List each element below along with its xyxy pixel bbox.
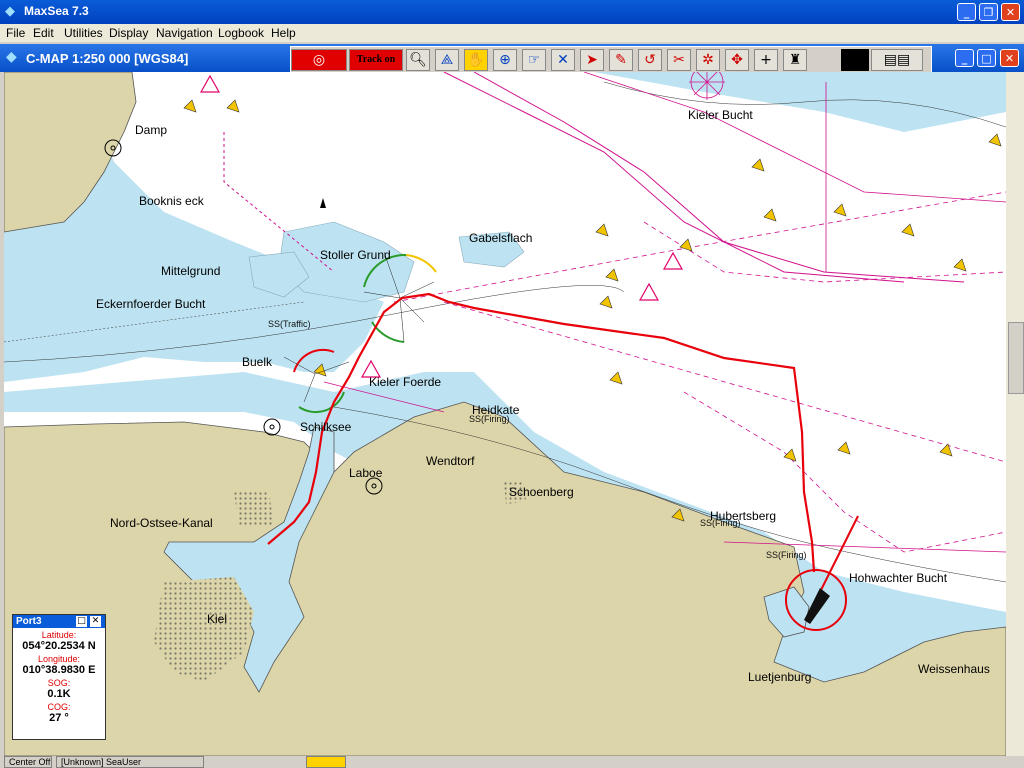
app-title: MaxSea 7.3 (24, 4, 89, 18)
label-mittelgrund: Mittelgrund (161, 264, 220, 278)
label-hohwachter-bucht: Hohwachter Bucht (849, 571, 948, 585)
move-button[interactable]: ✥ (725, 49, 749, 71)
port-panel-title: Port3 (16, 616, 42, 627)
label-schoenberg: Schoenberg (509, 485, 574, 499)
minimize-button[interactable]: _ (957, 3, 976, 21)
label-eckernfoerder-bucht: Eckernfoerder Bucht (96, 297, 206, 311)
zoom-button[interactable]: 🔍︎ (406, 49, 430, 71)
latitude-label: Latitude: (41, 630, 77, 640)
zoom-icon: 🔍︎ (409, 52, 427, 68)
rotate-button[interactable]: ↺ (638, 49, 662, 71)
menu-bar: File Edit Utilities Display Navigation L… (0, 24, 1024, 42)
label-ss-firing-hubertsberg: SS(Firing) (700, 518, 741, 528)
buoy-button[interactable]: ♜ (783, 49, 807, 71)
cog-value: 27 ° (49, 712, 69, 724)
label-laboe: Laboe (349, 466, 383, 480)
crosshair-icon: ⊕ (499, 52, 511, 68)
pan-button[interactable]: ☞ (522, 49, 546, 71)
layers-icon: ▤▤ (883, 52, 911, 68)
menu-display[interactable]: Display (109, 26, 148, 40)
close-button[interactable]: ✕ (1001, 3, 1020, 21)
pencil-icon: ✎ (615, 52, 627, 68)
chart-toolbar: ◎ Track on 🔍︎ ⟁ ✋ ⊕ ☞ ✕ ➤ ✎ ↺ ✂ ✲ ✥ + ♜ … (290, 46, 932, 74)
menu-utilities[interactable]: Utilities (64, 26, 103, 40)
menu-help[interactable]: Help (271, 26, 296, 40)
label-gabelsflach: Gabelsflach (469, 231, 532, 245)
track-on-button[interactable]: Track on (349, 49, 403, 71)
layers-button[interactable]: ▤▤ (871, 49, 923, 71)
hand-button[interactable]: ✋ (464, 49, 488, 71)
compass-button[interactable]: ⟁ (435, 49, 459, 71)
status-icons (306, 756, 346, 768)
cog-label: COG: (47, 702, 71, 712)
nautical-chart[interactable]: Damp Booknis eck Mittelgrund Eckernfoerd… (4, 72, 1006, 756)
port-panel-header: Port3 □ ✕ (13, 615, 105, 628)
chart-vertical-scrollbar[interactable] (1006, 72, 1024, 756)
scissors-button[interactable]: ✂ (667, 49, 691, 71)
move-icon: ✥ (731, 52, 743, 68)
chart-maximize-button[interactable]: □ (977, 49, 996, 67)
edit-icon: ✲ (702, 52, 714, 68)
label-ss-firing-heidkate: SS(Firing) (469, 414, 510, 424)
urban-area-west (234, 492, 274, 527)
target-button[interactable]: ◎ (291, 49, 347, 71)
crosshair-button[interactable]: ⊕ (493, 49, 517, 71)
label-booknis-eck: Booknis eck (139, 194, 205, 208)
plus-icon: + (760, 52, 772, 68)
black-panel (841, 49, 869, 71)
chart-close-button[interactable]: ✕ (1000, 49, 1019, 67)
compass-icon: ⟁ (440, 52, 454, 68)
sog-label: SOG: (47, 678, 71, 688)
label-weissenhaus: Weissenhaus (918, 662, 990, 676)
plus-button[interactable]: + (754, 49, 778, 71)
label-wendtorf: Wendtorf (426, 454, 475, 468)
menu-navigation[interactable]: Navigation (156, 26, 213, 40)
label-kieler-foerde: Kieler Foerde (369, 375, 441, 389)
user-status: [Unknown] SeaUser (56, 756, 204, 768)
label-kiel: Kiel (207, 612, 227, 626)
longitude-label: Longitude: (37, 654, 81, 664)
label-buelk: Buelk (242, 355, 273, 369)
label-ss-firing-hohwacht: SS(Firing) (766, 550, 807, 560)
chart-canvas[interactable]: Damp Booknis eck Mittelgrund Eckernfoerd… (4, 72, 1006, 756)
measure-button[interactable]: ✕ (551, 49, 575, 71)
app-icon: ◆ (5, 4, 15, 19)
status-bar: Center Off [Unknown] SeaUser (0, 756, 1024, 768)
menu-edit[interactable]: Edit (33, 26, 54, 40)
app-title-bar: ◆ MaxSea 7.3 _ ❐ ✕ (0, 0, 1024, 24)
center-off-status[interactable]: Center Off (4, 756, 52, 768)
port-info-panel: Port3 □ ✕ Latitude: 054°20.2534 N Longit… (12, 614, 106, 740)
scrollbar-thumb[interactable] (1008, 322, 1024, 394)
buoy-icon: ♜ (788, 52, 802, 68)
chart-minimize-button[interactable]: _ (955, 49, 974, 67)
label-kieler-bucht: Kieler Bucht (688, 108, 753, 122)
measure-icon: ✕ (557, 52, 569, 68)
label-schilksee: Schilksee (300, 420, 352, 434)
label-ss-traffic: SS(Traffic) (268, 319, 311, 329)
hand-icon: ✋ (467, 52, 485, 68)
restore-button[interactable]: ❐ (979, 3, 998, 21)
cursor-button[interactable]: ➤ (580, 49, 604, 71)
longitude-value: 010°38.9830 E (22, 664, 96, 676)
chart-window-icon: ◆ (6, 49, 17, 65)
label-luetjenburg: Luetjenburg (748, 670, 811, 684)
target-icon: ◎ (312, 52, 326, 68)
edit-button[interactable]: ✲ (696, 49, 720, 71)
track-on-label: Track on (356, 54, 396, 65)
chart-window-title: C-MAP 1:250 000 [WGS84] (26, 51, 189, 66)
latitude-value: 054°20.2534 N (22, 640, 96, 652)
scissors-icon: ✂ (673, 52, 685, 68)
cursor-icon: ➤ (586, 52, 598, 68)
sog-value: 0.1K (47, 688, 71, 700)
port-panel-close-button[interactable]: ✕ (90, 616, 101, 627)
pan-icon: ☞ (527, 52, 541, 68)
label-damp: Damp (135, 123, 167, 137)
menu-logbook[interactable]: Logbook (218, 26, 264, 40)
label-stoller-grund: Stoller Grund (320, 248, 391, 262)
menu-file[interactable]: File (6, 26, 25, 40)
pencil-button[interactable]: ✎ (609, 49, 633, 71)
label-nord-ostsee-kanal: Nord-Ostsee-Kanal (110, 516, 213, 530)
port-panel-restore-button[interactable]: □ (76, 616, 87, 627)
arrow-icon: ↺ (644, 52, 656, 68)
